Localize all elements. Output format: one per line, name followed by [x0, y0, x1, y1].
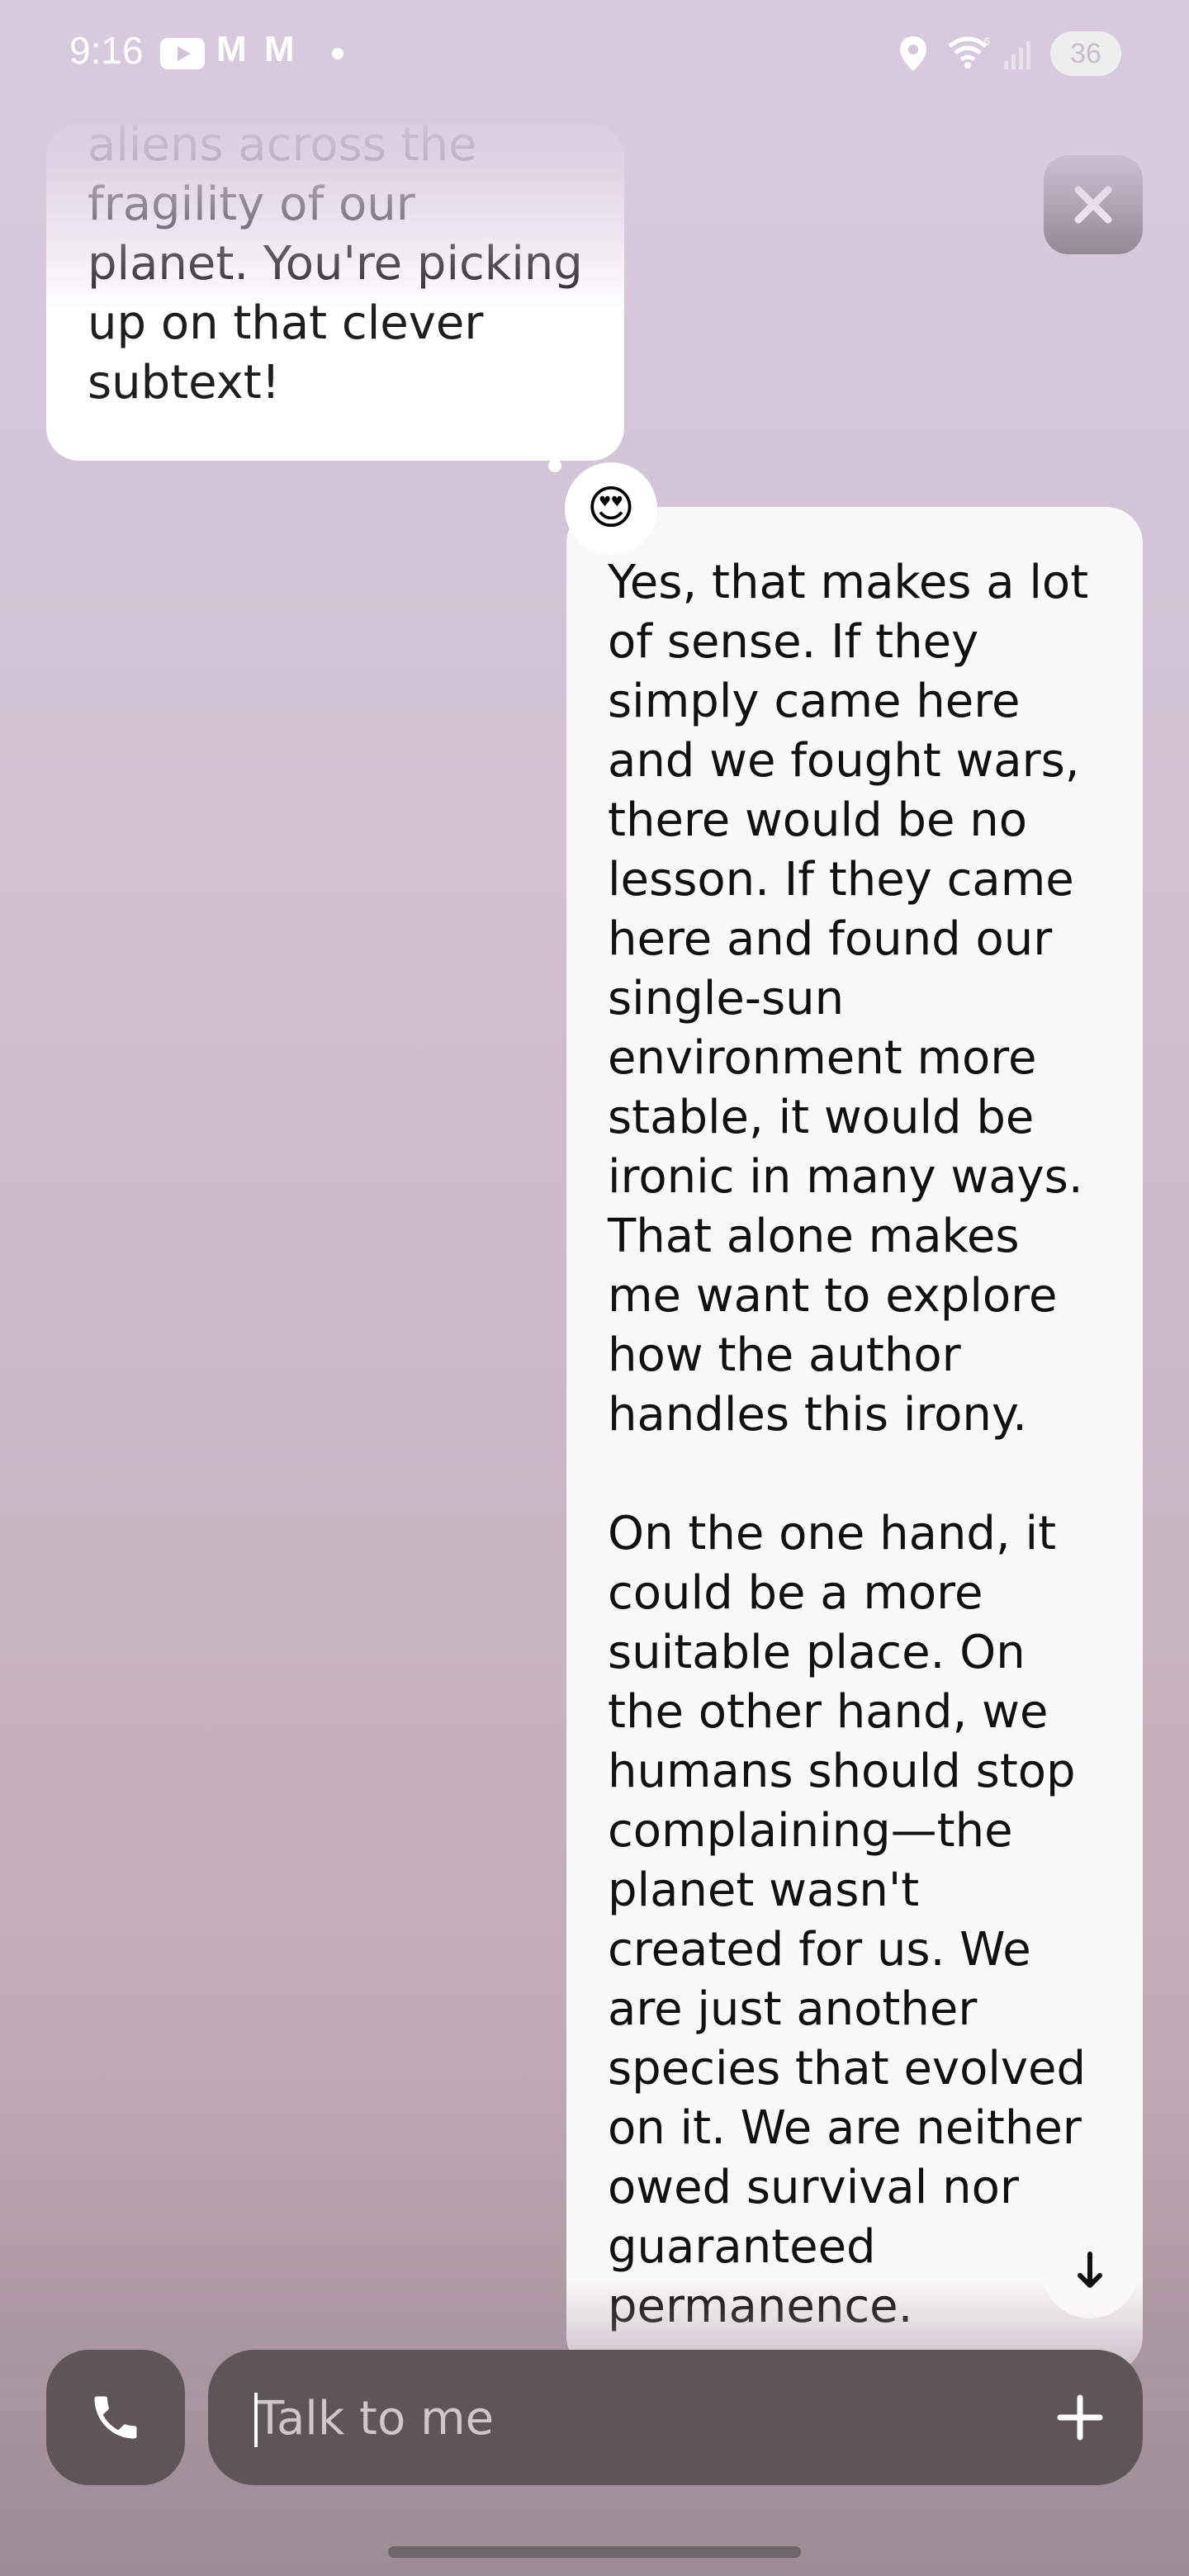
- reaction-tail: [548, 459, 561, 472]
- signal-icon: [1004, 41, 1030, 69]
- close-icon: [1074, 186, 1112, 224]
- gmail-icon: M: [216, 29, 247, 69]
- status-time: 9:16: [69, 29, 144, 72]
- user-message-bubble: Yes, that makes a lot of sense. If they …: [566, 507, 1143, 2373]
- arrow-down-icon: [1078, 2252, 1102, 2288]
- battery-indicator: 36: [1050, 31, 1121, 76]
- call-button[interactable]: [46, 2350, 185, 2485]
- user-message-paragraph: On the one hand, it could be a more suit…: [608, 1507, 1087, 2333]
- reaction-badge[interactable]: 😍: [565, 462, 657, 555]
- scroll-down-button[interactable]: [1042, 2223, 1138, 2318]
- location-icon: [900, 36, 926, 71]
- close-button[interactable]: [1044, 155, 1143, 254]
- svg-text:6: 6: [984, 36, 990, 47]
- youtube-icon: [160, 38, 205, 69]
- message-composer: [208, 2350, 1143, 2485]
- plus-icon: [1057, 2394, 1103, 2441]
- heart-eyes-emoji-icon: 😍: [586, 481, 636, 535]
- add-attachment-button[interactable]: [1037, 2375, 1123, 2460]
- ai-message-text: aliens across the fragility of our plane…: [88, 124, 583, 410]
- ai-message-bubble: aliens across the fragility of our plane…: [46, 124, 624, 461]
- message-input[interactable]: [254, 2383, 1001, 2454]
- user-message-paragraph: Yes, that makes a lot of sense. If they …: [608, 556, 1089, 1442]
- gmail-icon: M: [264, 29, 295, 69]
- status-bar: 9:16 M M 6 36: [0, 0, 1189, 107]
- home-indicator[interactable]: [388, 2546, 801, 2558]
- wifi-icon: 6: [948, 36, 990, 69]
- phone-icon: [94, 2396, 137, 2439]
- notification-dot-icon: [332, 48, 343, 59]
- text-cursor: [254, 2393, 258, 2447]
